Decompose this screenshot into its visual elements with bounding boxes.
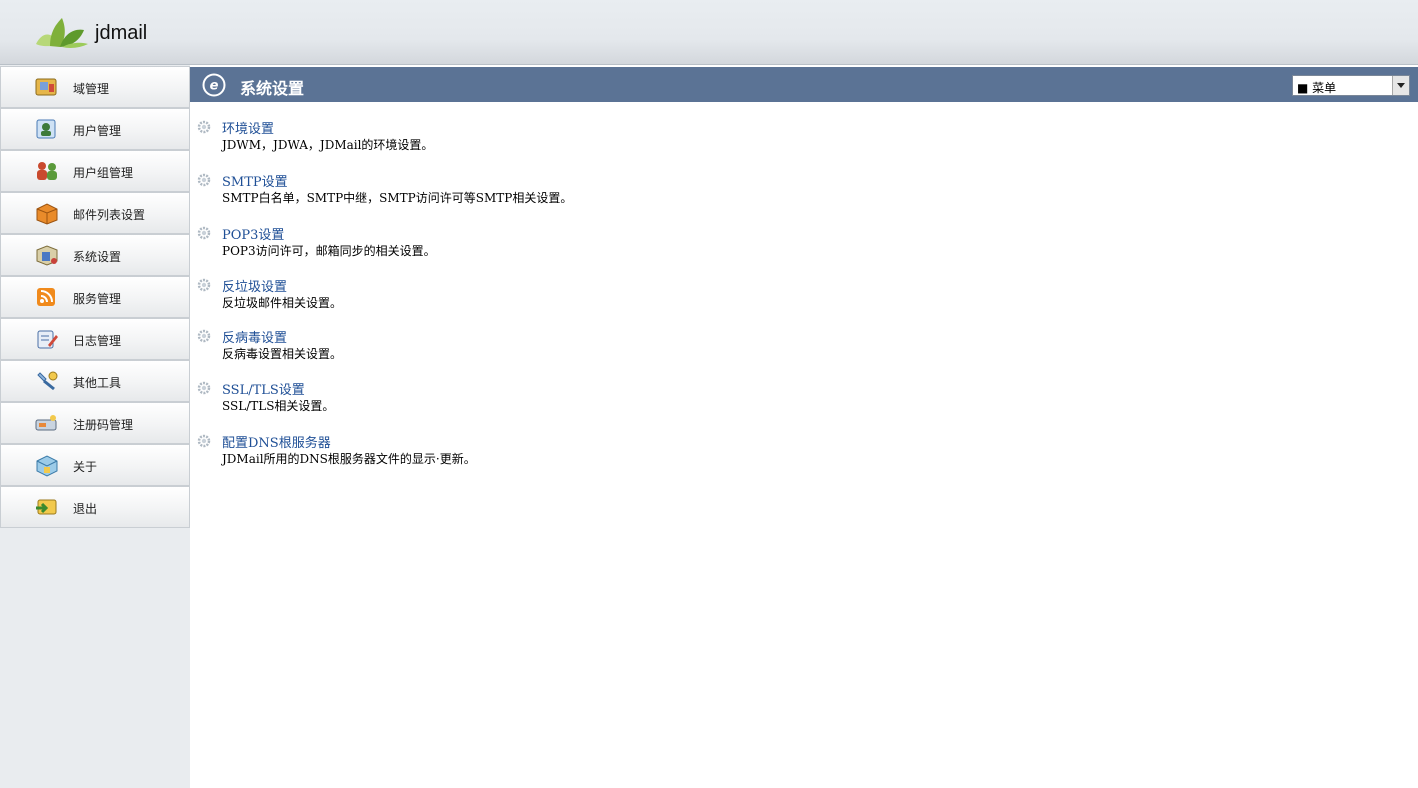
sidebar-item-label: 域管理 (73, 82, 110, 96)
sidebar-item-registration-code-management[interactable]: 注册码管理 (0, 402, 190, 444)
sidebar-item-label: 日志管理 (73, 334, 122, 348)
setting-item-antivirus: 反病毒设置 反病毒设置相关设置。 (196, 327, 796, 367)
log-icon (37, 330, 58, 349)
setting-item-environment: 环境设置 JDWM，JDWA，JDMail的环境设置。 (196, 118, 796, 158)
sidebar-item-domain-management[interactable]: 域管理 (0, 66, 190, 108)
setting-description: POP3访问许可，邮箱同步的相关设置。 (222, 244, 436, 258)
sidebar-item-label: 关于 (73, 460, 98, 474)
setting-item-dns-root-servers: 配置DNS根服务器 JDMail所用的DNS根服务器文件的显示·更新。 (196, 432, 796, 472)
setting-description: 反垃圾邮件相关设置。 (222, 296, 343, 310)
setting-description: JDWM，JDWA，JDMail的环境设置。 (222, 138, 434, 152)
gear-icon (197, 120, 211, 134)
sidebar-item-label: 其他工具 (73, 376, 122, 390)
sidebar-item-logout[interactable]: 退出 (0, 486, 190, 528)
title-bar: e 系统设置 ■ 菜单 (190, 67, 1418, 102)
sidebar-item-log-management[interactable]: 日志管理 (0, 318, 190, 360)
setting-link[interactable]: 配置DNS根服务器 (222, 432, 331, 451)
page-title: 系统设置 (240, 79, 305, 98)
settings-circle-icon: e (202, 73, 226, 97)
user-group-icon (37, 162, 57, 180)
sidebar-item-user-management[interactable]: 用户管理 (0, 108, 190, 150)
sidebar-item-label: 用户管理 (73, 124, 122, 138)
setting-description: SMTP白名单，SMTP中继，SMTP访问许可等SMTP相关设置。 (222, 191, 573, 205)
sidebar-item-label: 用户组管理 (73, 166, 134, 180)
gear-icon (197, 434, 211, 448)
registration-icon (35, 415, 57, 431)
sidebar-item-about[interactable]: 关于 (0, 444, 190, 486)
menu-select[interactable]: ■ 菜单 (1292, 75, 1410, 96)
setting-link[interactable]: 反病毒设置 (222, 327, 287, 346)
gear-icon (197, 329, 211, 343)
sidebar-item-user-group-management[interactable]: 用户组管理 (0, 150, 190, 192)
main-content: e 系统设置 ■ 菜单 环境设置 JDWM，JDWA，JDMail的环境设置。 … (190, 64, 1418, 788)
setting-link[interactable]: POP3设置 (222, 224, 284, 243)
tools-icon (37, 371, 58, 391)
setting-link[interactable]: 环境设置 (222, 118, 274, 137)
setting-description: JDMail所用的DNS根服务器文件的显示·更新。 (222, 452, 476, 466)
sidebar-item-label: 服务管理 (73, 292, 122, 306)
about-icon (36, 455, 58, 477)
rss-service-icon (37, 288, 55, 306)
setting-item-smtp: SMTP设置 SMTP白名单，SMTP中继，SMTP访问许可等SMTP相关设置。 (196, 171, 796, 211)
chevron-down-icon[interactable] (1392, 76, 1409, 95)
sidebar-item-system-settings[interactable]: 系统设置 (0, 234, 190, 276)
domain-icon (35, 78, 57, 96)
menu-select-value: ■ 菜单 (1297, 81, 1337, 95)
gear-icon (197, 381, 211, 395)
sidebar-item-mail-list-settings[interactable]: 邮件列表设置 (0, 192, 190, 234)
setting-link[interactable]: 反垃圾设置 (222, 276, 287, 295)
sidebar-item-label: 邮件列表设置 (73, 208, 146, 222)
app-title: jdmail (95, 22, 148, 44)
setting-item-ssl-tls: SSL/TLS设置 SSL/TLS相关设置。 (196, 379, 796, 419)
sidebar-item-other-tools[interactable]: 其他工具 (0, 360, 190, 402)
setting-item-antispam: 反垃圾设置 反垃圾邮件相关设置。 (196, 276, 796, 316)
sidebar-item-label: 注册码管理 (73, 418, 134, 432)
setting-description: 反病毒设置相关设置。 (222, 347, 343, 361)
header: jdmail (0, 0, 1418, 64)
gear-icon (197, 278, 211, 292)
mail-list-icon (36, 203, 58, 225)
setting-link[interactable]: SMTP设置 (222, 171, 288, 190)
system-settings-icon (36, 245, 58, 266)
setting-item-pop3: POP3设置 POP3访问许可，邮箱同步的相关设置。 (196, 224, 796, 264)
sidebar: 域管理 用户管理 用户组管理 邮件列表设置 系统设置 服务管理 日志管理 其他工… (0, 64, 190, 788)
setting-link[interactable]: SSL/TLS设置 (222, 379, 305, 398)
sidebar-item-label: 退出 (73, 502, 98, 516)
sidebar-item-label: 系统设置 (73, 250, 122, 264)
gear-icon (197, 173, 211, 187)
leaf-logo-icon (36, 18, 88, 48)
logout-icon (36, 499, 57, 515)
sidebar-item-service-management[interactable]: 服务管理 (0, 276, 190, 318)
gear-icon (197, 226, 211, 240)
user-icon (36, 119, 56, 139)
svg-text:e: e (210, 79, 219, 94)
setting-description: SSL/TLS相关设置。 (222, 399, 335, 413)
